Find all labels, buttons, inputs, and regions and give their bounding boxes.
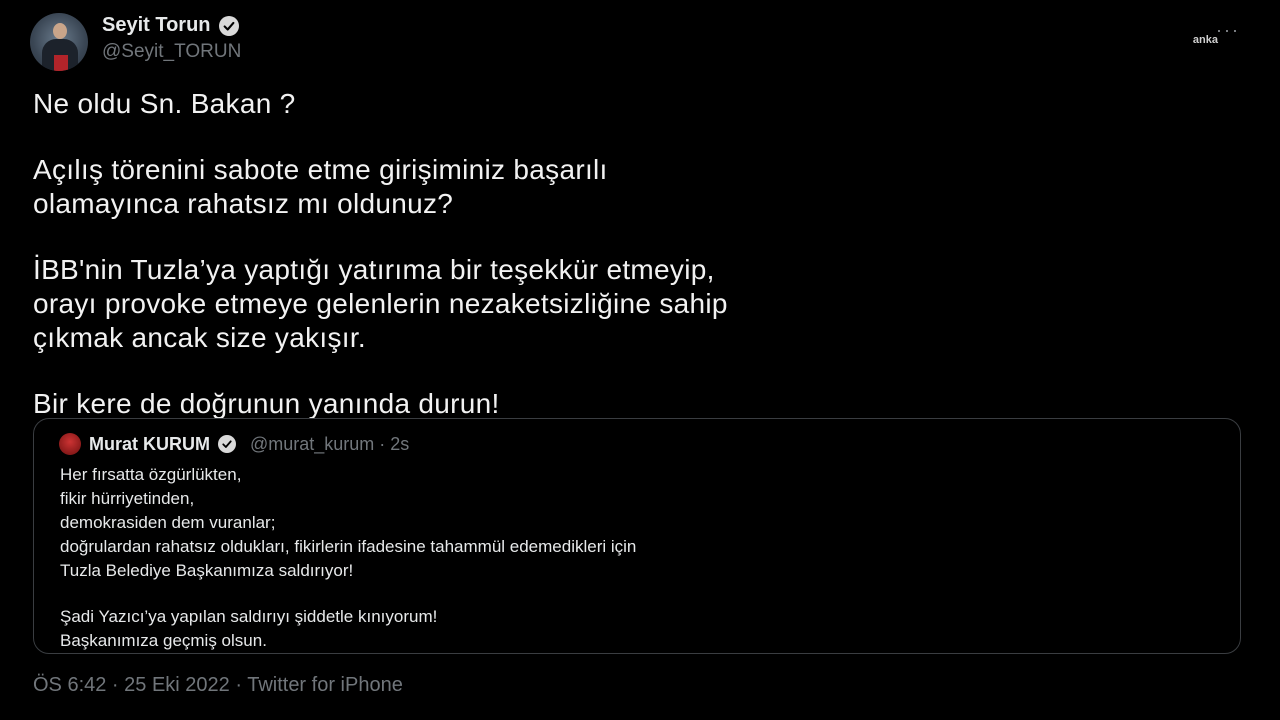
more-options-icon[interactable]: ···: [1216, 20, 1240, 41]
author-display-name[interactable]: Seyit Torun: [102, 14, 211, 37]
quoted-line: demokrasiden dem vuranlar;: [60, 513, 276, 532]
tweet-header: Seyit Torun @Seyit_TORUN: [30, 12, 241, 72]
quoted-line: Başkanımıza geçmiş olsun.: [60, 631, 267, 650]
tweet-line: Bir kere de doğrunun yanında durun!: [33, 388, 500, 419]
watermark-logo: anka: [1192, 34, 1218, 46]
quoted-author-display-name[interactable]: Murat KURUM: [89, 434, 210, 455]
quoted-line: Şadi Yazıcı’ya yapılan saldırıyı şiddetl…: [60, 607, 438, 626]
quoted-tweet[interactable]: Murat KURUM @murat_kurum · 2s Her fırsat…: [33, 418, 1241, 654]
tweet-line: Açılış törenini sabote etme girişiminiz …: [33, 154, 608, 185]
tweet-line: olamayınca rahatsız mı oldunuz?: [33, 188, 454, 219]
tweet-line: orayı provoke etmeye gelenlerin nezakets…: [33, 288, 728, 319]
avatar-head: [53, 23, 67, 39]
tweet-paragraph: İBB'nin Tuzla’ya yaptığı yatırıma bir te…: [33, 253, 1233, 355]
verified-icon: [218, 15, 239, 36]
avatar-accent: [54, 55, 68, 71]
author-names: Seyit Torun @Seyit_TORUN: [102, 14, 241, 63]
quoted-author-meta[interactable]: @murat_kurum · 2s: [250, 434, 409, 455]
tweet-timestamp-source[interactable]: ÖS 6:42 · 25 Eki 2022 · Twitter for iPho…: [33, 674, 403, 697]
tweet-paragraph: Açılış törenini sabote etme girişiminiz …: [33, 153, 1233, 221]
quoted-line: fikir hürriyetinden,: [60, 489, 195, 508]
quoted-line: Tuzla Belediye Başkanımıza saldırıyor!: [60, 561, 354, 580]
tweet-text: Ne oldu Sn. Bakan ? Açılış törenini sabo…: [33, 87, 1233, 453]
tweet-paragraph: Bir kere de doğrunun yanında durun!: [33, 387, 1233, 421]
tweet-line: Ne oldu Sn. Bakan ?: [33, 88, 296, 119]
avatar[interactable]: [30, 13, 88, 71]
author-handle[interactable]: @Seyit_TORUN: [102, 41, 241, 63]
quoted-line: Her fırsatta özgürlükten,: [60, 465, 242, 484]
quoted-author-avatar[interactable]: [59, 433, 81, 455]
name-row: Seyit Torun: [102, 14, 241, 37]
tweet-paragraph: Ne oldu Sn. Bakan ?: [33, 87, 1233, 121]
tweet-line: İBB'nin Tuzla’ya yaptığı yatırıma bir te…: [33, 254, 715, 285]
verified-icon: [218, 435, 236, 453]
tweet-line: çıkmak ancak size yakışır.: [33, 322, 367, 353]
quoted-line: doğrulardan rahatsız oldukları, fikirler…: [60, 537, 637, 556]
quoted-blank-line: [60, 583, 1220, 605]
quoted-tweet-header: Murat KURUM @murat_kurum · 2s: [59, 433, 409, 455]
quoted-tweet-text: Her fırsatta özgürlükten, fikir hürriyet…: [60, 463, 1220, 653]
